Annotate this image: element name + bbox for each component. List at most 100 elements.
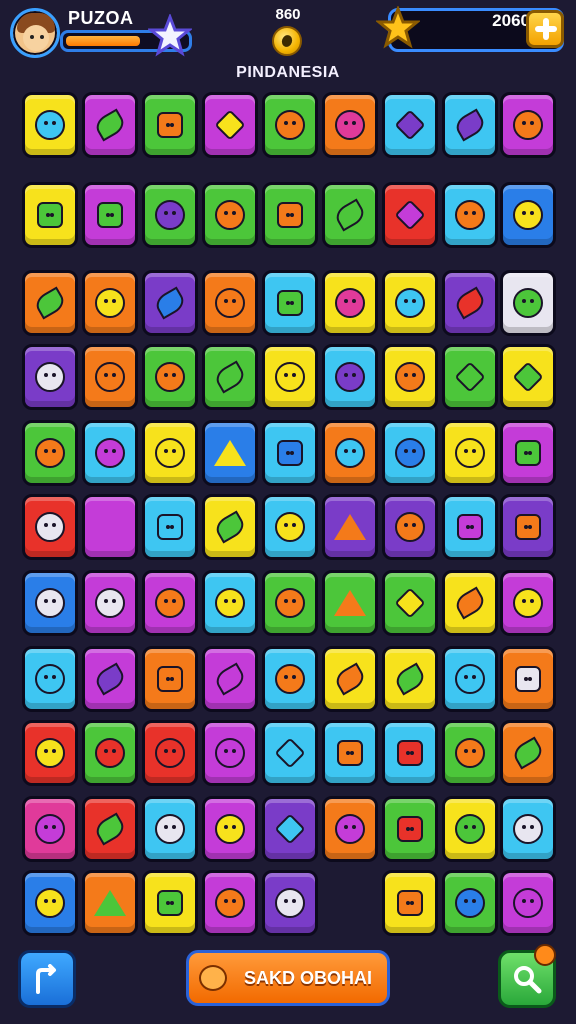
game-tile[interactable] — [322, 796, 378, 862]
game-tile[interactable] — [442, 570, 498, 636]
game-tile[interactable] — [442, 870, 498, 936]
game-tile[interactable] — [202, 92, 258, 158]
game-tile[interactable] — [202, 344, 258, 410]
game-tile[interactable] — [142, 344, 198, 410]
game-tile[interactable] — [442, 270, 498, 336]
game-tile[interactable] — [500, 720, 556, 786]
game-tile[interactable] — [442, 720, 498, 786]
game-tile[interactable] — [202, 796, 258, 862]
game-tile[interactable] — [322, 420, 378, 486]
game-tile[interactable] — [82, 344, 138, 410]
game-tile[interactable] — [500, 344, 556, 410]
game-tile[interactable] — [262, 720, 318, 786]
game-tile[interactable] — [202, 570, 258, 636]
game-tile[interactable] — [382, 796, 438, 862]
game-tile[interactable] — [322, 720, 378, 786]
game-tile[interactable] — [82, 870, 138, 936]
game-tile[interactable] — [22, 720, 78, 786]
game-tile[interactable] — [500, 270, 556, 336]
game-tile[interactable] — [202, 646, 258, 712]
game-tile[interactable] — [22, 570, 78, 636]
game-tile[interactable] — [142, 182, 198, 248]
game-tile[interactable] — [500, 646, 556, 712]
game-tile[interactable] — [202, 420, 258, 486]
game-tile[interactable] — [22, 420, 78, 486]
game-tile[interactable] — [382, 344, 438, 410]
game-tile[interactable] — [322, 182, 378, 248]
game-tile[interactable] — [82, 420, 138, 486]
game-tile[interactable] — [262, 270, 318, 336]
game-tile[interactable] — [82, 720, 138, 786]
game-tile[interactable] — [142, 646, 198, 712]
game-tile[interactable] — [382, 182, 438, 248]
game-tile[interactable] — [442, 344, 498, 410]
game-tile[interactable] — [202, 870, 258, 936]
game-tile[interactable] — [322, 344, 378, 410]
game-tile[interactable] — [82, 182, 138, 248]
game-tile[interactable] — [82, 270, 138, 336]
game-tile[interactable] — [442, 92, 498, 158]
game-tile[interactable] — [262, 92, 318, 158]
game-tile[interactable] — [142, 494, 198, 560]
game-tile[interactable] — [142, 420, 198, 486]
game-tile[interactable] — [202, 494, 258, 560]
game-tile[interactable] — [82, 92, 138, 158]
game-tile[interactable] — [262, 570, 318, 636]
game-tile[interactable] — [382, 92, 438, 158]
game-tile[interactable] — [142, 92, 198, 158]
game-tile[interactable] — [202, 182, 258, 248]
game-tile[interactable] — [142, 870, 198, 936]
game-tile[interactable] — [262, 344, 318, 410]
game-tile[interactable] — [142, 570, 198, 636]
game-tile[interactable] — [500, 570, 556, 636]
game-tile[interactable] — [202, 720, 258, 786]
game-tile[interactable] — [382, 720, 438, 786]
game-tile[interactable] — [82, 494, 138, 560]
game-tile[interactable] — [442, 420, 498, 486]
game-tile[interactable] — [442, 494, 498, 560]
game-tile[interactable] — [382, 494, 438, 560]
game-tile[interactable] — [500, 420, 556, 486]
game-tile[interactable] — [500, 796, 556, 862]
game-tile[interactable] — [82, 646, 138, 712]
game-tile[interactable] — [442, 646, 498, 712]
game-tile[interactable] — [22, 796, 78, 862]
game-tile[interactable] — [382, 870, 438, 936]
game-tile[interactable] — [22, 270, 78, 336]
game-tile[interactable] — [202, 270, 258, 336]
game-tile[interactable] — [262, 182, 318, 248]
game-tile[interactable] — [322, 570, 378, 636]
back-button[interactable] — [18, 950, 76, 1008]
game-tile[interactable] — [500, 92, 556, 158]
game-tile[interactable] — [382, 270, 438, 336]
game-tile[interactable] — [442, 182, 498, 248]
game-tile[interactable] — [322, 270, 378, 336]
game-tile[interactable] — [322, 494, 378, 560]
game-tile[interactable] — [382, 646, 438, 712]
game-tile[interactable] — [442, 796, 498, 862]
game-tile[interactable] — [82, 570, 138, 636]
game-tile[interactable] — [22, 494, 78, 560]
game-tile[interactable] — [500, 870, 556, 936]
game-tile[interactable] — [262, 796, 318, 862]
game-tile[interactable] — [382, 570, 438, 636]
game-tile[interactable] — [22, 92, 78, 158]
main-action-button[interactable]: SAKD OBOHAI — [186, 950, 390, 1006]
game-tile[interactable] — [322, 646, 378, 712]
game-tile[interactable] — [262, 870, 318, 936]
game-tile[interactable] — [500, 494, 556, 560]
game-tile[interactable] — [322, 92, 378, 158]
game-tile[interactable] — [142, 270, 198, 336]
game-tile[interactable] — [262, 420, 318, 486]
game-tile[interactable] — [382, 420, 438, 486]
game-tile[interactable] — [22, 870, 78, 936]
game-tile[interactable] — [22, 646, 78, 712]
game-tile[interactable] — [142, 796, 198, 862]
game-tile[interactable] — [262, 646, 318, 712]
game-tile[interactable] — [262, 494, 318, 560]
game-tile[interactable] — [22, 182, 78, 248]
game-tile[interactable] — [22, 344, 78, 410]
game-tile[interactable] — [142, 720, 198, 786]
game-tile[interactable] — [82, 796, 138, 862]
game-tile[interactable] — [500, 182, 556, 248]
